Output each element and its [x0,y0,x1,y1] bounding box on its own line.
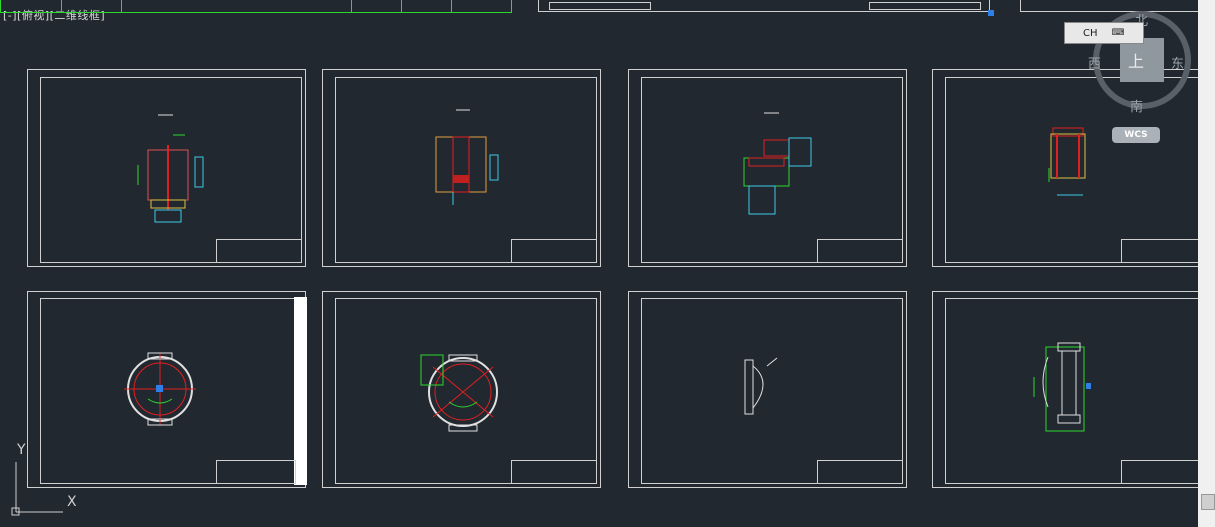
section-detail-drawing [137,114,204,223]
drawing-sheet-6[interactable] [322,291,601,488]
blue-grip-marker [988,10,994,16]
compass-east[interactable]: 东 [1171,53,1184,72]
drawing-sheet-7[interactable] [628,291,907,488]
ucs-y-label: Y [17,442,26,458]
title-block [817,239,903,263]
section-detail-drawing [435,109,499,205]
title-block [216,460,296,484]
drawing-sheet-8[interactable] [932,291,1207,488]
side-view-drawing [744,357,778,415]
top-partial-drawing-2 [538,0,990,12]
title-block [817,460,903,484]
drawing-sheet-1[interactable] [27,69,306,267]
wcs-menu[interactable]: WCS [1112,127,1160,143]
ime-language-bar[interactable]: CH ⌨ [1064,22,1144,44]
keyboard-icon[interactable]: ⌨ [1112,28,1125,38]
vertical-scrollbar[interactable] [1198,0,1215,527]
ime-label: CH [1083,27,1098,39]
flange-plan-drawing [420,354,498,432]
compass-west[interactable]: 西 [1088,53,1101,72]
wcs-label: WCS [1124,130,1148,140]
drawing-sheet-3[interactable] [628,69,907,267]
vessel-elevation-drawing [1033,342,1091,432]
viewcube-face-top[interactable]: 上 [1128,48,1144,72]
title-block [511,239,597,263]
section-detail-drawing [743,112,812,215]
title-block [511,460,597,484]
title-block [1121,460,1207,484]
top-partial-drawing-1 [0,0,512,13]
flange-plan-drawing [124,352,196,426]
compass-south[interactable]: 南 [1130,96,1143,115]
drawing-sheet-2[interactable] [322,69,601,267]
ucs-x-label: X [67,494,77,510]
white-overlay-panel [294,297,307,485]
title-block [216,239,302,263]
title-block [1121,239,1207,263]
scrollbar-thumb[interactable] [1201,494,1215,510]
